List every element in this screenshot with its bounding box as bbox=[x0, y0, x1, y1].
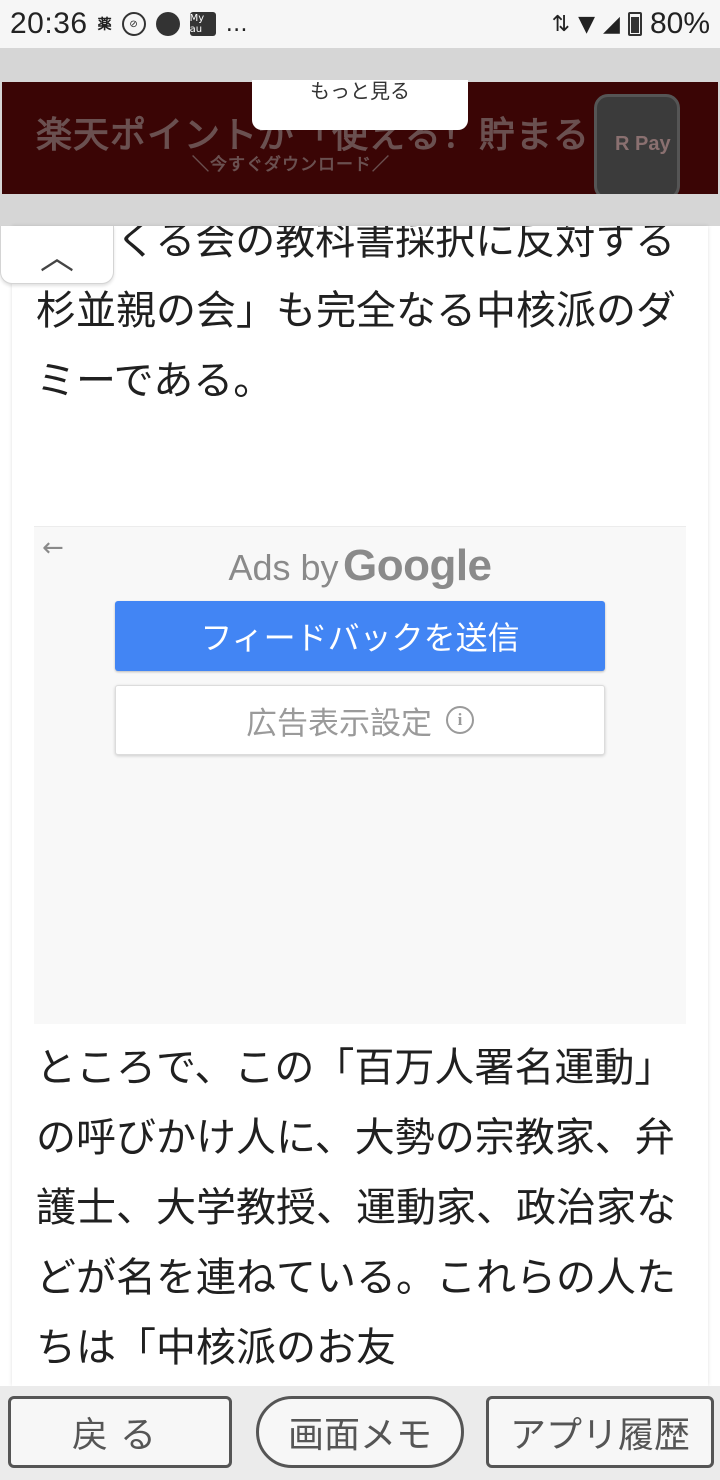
google-ad-panel: ← Ads by Google フィードバックを送信 広告表示設定 i bbox=[34, 526, 686, 1024]
banner-subline: ＼今すぐダウンロード／ bbox=[192, 155, 390, 175]
back-button[interactable]: 戻る bbox=[8, 1396, 232, 1468]
bottom-nav-bar: 戻る 画面メモ アプリ履歴 bbox=[0, 1386, 720, 1480]
see-more-button[interactable]: もっと見る bbox=[252, 80, 468, 130]
weather-icon bbox=[155, 12, 180, 36]
chevron-up-icon: ︿ bbox=[40, 238, 74, 278]
ads-by-text: Ads by bbox=[228, 547, 339, 588]
more-notifications-icon: … bbox=[225, 11, 249, 37]
article-paragraph: ところで、この「百万人署名運動」の呼びかけ人に、大勢の宗教家、弁護士、大学教授、… bbox=[36, 1045, 676, 1371]
notification-badge: 薬 bbox=[97, 17, 112, 33]
cell-signal-icon: ◢ bbox=[603, 11, 620, 37]
battery-percent: 80% bbox=[649, 7, 710, 40]
send-feedback-button[interactable]: フィードバックを送信 bbox=[115, 601, 605, 671]
status-bar: 20:36 薬 ⊘ My au … ⇅ ▼ ◢ 80% bbox=[0, 0, 720, 48]
status-right: ⇅ ▼ ◢ 80% bbox=[552, 7, 710, 41]
article-body: 「つくる会の教科書採択に反対する杉並親の会」も完全なる中核派のダミーである。 ←… bbox=[12, 226, 708, 1386]
article-paragraph: 「つくる会の教科書採択に反対する杉並親の会」も完全なる中核派のダミーである。 bbox=[36, 226, 676, 404]
collapse-ad-button[interactable]: ︿ bbox=[0, 226, 114, 284]
app-history-button[interactable]: アプリ履歴 bbox=[486, 1396, 714, 1468]
block-icon: ⊘ bbox=[121, 12, 146, 36]
status-time: 20:36 bbox=[10, 7, 88, 40]
status-left: 20:36 薬 ⊘ My au … bbox=[10, 7, 249, 41]
send-feedback-label: フィードバックを送信 bbox=[200, 619, 520, 657]
info-icon: i bbox=[446, 706, 474, 734]
rpay-logo: R Pay bbox=[615, 133, 671, 155]
ad-settings-label: 広告表示設定 bbox=[246, 705, 432, 742]
myau-icon: My au bbox=[189, 12, 216, 36]
top-ad-strip: 楽天ポイントが「使える！貯まる！ ＼今すぐダウンロード／ R Pay もっと見る bbox=[0, 48, 720, 226]
phone-graphic: R Pay bbox=[594, 94, 680, 194]
wifi-icon: ▼ bbox=[578, 11, 596, 37]
ads-by-google-label: Ads by Google bbox=[34, 541, 686, 591]
battery-icon bbox=[627, 12, 642, 36]
ad-settings-button[interactable]: 広告表示設定 i bbox=[115, 685, 605, 755]
screen-memo-button[interactable]: 画面メモ bbox=[256, 1396, 464, 1468]
google-logo: Google bbox=[342, 541, 492, 590]
data-arrows-icon: ⇅ bbox=[551, 11, 571, 37]
